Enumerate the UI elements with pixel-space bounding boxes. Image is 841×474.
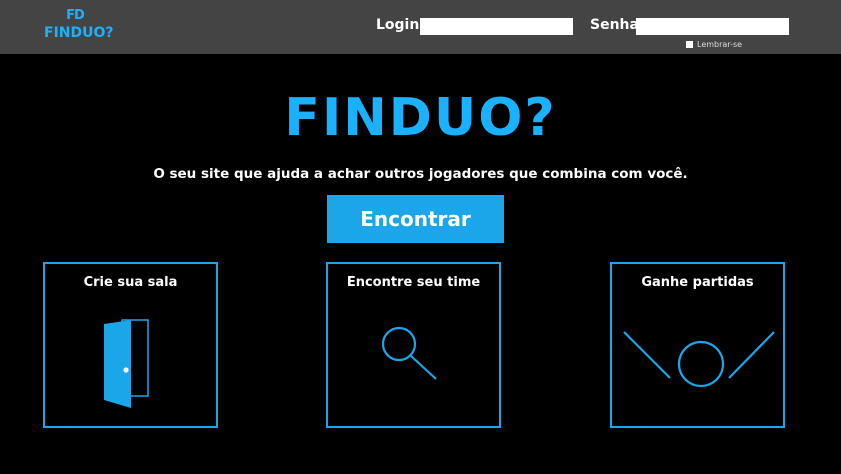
password-label: Senha — [590, 17, 639, 33]
find-button[interactable]: Encontrar — [327, 195, 504, 243]
login-input[interactable] — [420, 18, 573, 35]
card-win-matches[interactable]: Ganhe partidas — [610, 262, 785, 428]
door-icon — [104, 319, 149, 408]
logo-wordmark: FINDUO? — [44, 25, 114, 41]
remember-me[interactable]: Lembrar-se — [686, 40, 742, 49]
card-create-room[interactable]: Crie sua sala — [43, 262, 218, 428]
site-logo[interactable]: FD FINDUO? — [44, 8, 114, 41]
card-find-team[interactable]: Encontre seu time — [326, 262, 501, 428]
logo-mark: FD — [66, 8, 85, 23]
hero-title: FINDUO? — [284, 88, 557, 148]
password-input[interactable] — [636, 18, 789, 35]
search-icon — [381, 326, 437, 380]
trophy-icon — [623, 331, 775, 388]
tagline: O seu site que ajuda a achar outros joga… — [153, 166, 688, 182]
remember-label: Lembrar-se — [697, 40, 743, 49]
login-label: Login — [376, 17, 420, 33]
remember-checkbox[interactable] — [686, 41, 693, 48]
top-bar: FD FINDUO? Login Senha Lembrar-se — [0, 0, 841, 54]
